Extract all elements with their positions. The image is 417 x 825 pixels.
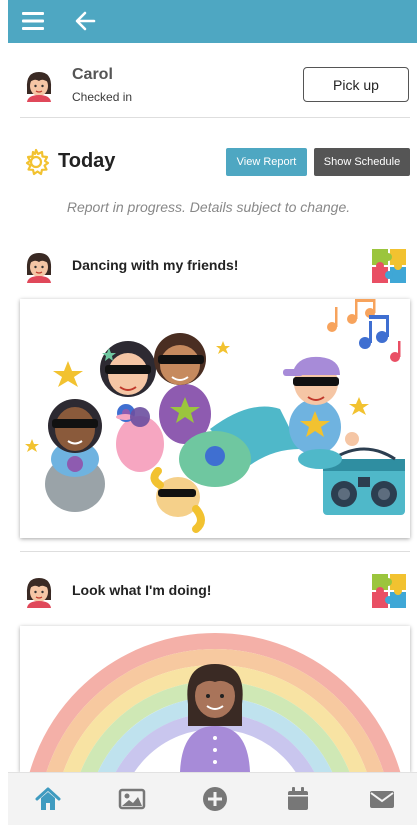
child-avatar xyxy=(26,72,52,102)
post-photo[interactable] xyxy=(20,299,410,538)
pick-up-button[interactable]: Pick up xyxy=(303,67,409,102)
divider xyxy=(20,117,410,118)
post-header: Dancing with my friends! xyxy=(20,247,412,283)
calendar-icon[interactable] xyxy=(284,785,312,813)
gear-icon xyxy=(25,148,50,176)
rainbow-illustration xyxy=(29,633,401,772)
puzzle-icon xyxy=(372,574,406,608)
post-title: Look what I'm doing! xyxy=(72,582,212,598)
gallery-icon[interactable] xyxy=(118,785,146,813)
menu-icon[interactable] xyxy=(22,11,44,31)
bottom-navigation xyxy=(8,772,417,825)
child-summary: Carol Checked in Pick up xyxy=(20,62,412,116)
back-arrow-icon[interactable] xyxy=(74,10,96,32)
report-progress-note: Report in progress. Details subject to c… xyxy=(66,199,351,215)
child-status: Checked in xyxy=(72,90,133,104)
view-report-button[interactable]: View Report xyxy=(226,148,307,176)
dancing-kids-illustration xyxy=(25,299,405,533)
today-title: Today xyxy=(58,150,116,172)
post-photo[interactable] xyxy=(20,626,410,772)
child-avatar xyxy=(26,253,52,283)
add-icon[interactable] xyxy=(201,785,229,813)
divider xyxy=(20,551,410,552)
puzzle-icon xyxy=(372,249,406,283)
post-header: Look what I'm doing! xyxy=(20,572,412,608)
top-app-bar xyxy=(8,0,417,43)
child-avatar xyxy=(26,578,52,608)
home-icon[interactable] xyxy=(34,785,62,813)
mail-icon[interactable] xyxy=(368,785,396,813)
today-header: Today View Report Show Schedule xyxy=(20,145,412,181)
show-schedule-button[interactable]: Show Schedule xyxy=(314,148,410,176)
post-title: Dancing with my friends! xyxy=(72,257,239,273)
child-name: Carol xyxy=(72,66,113,83)
